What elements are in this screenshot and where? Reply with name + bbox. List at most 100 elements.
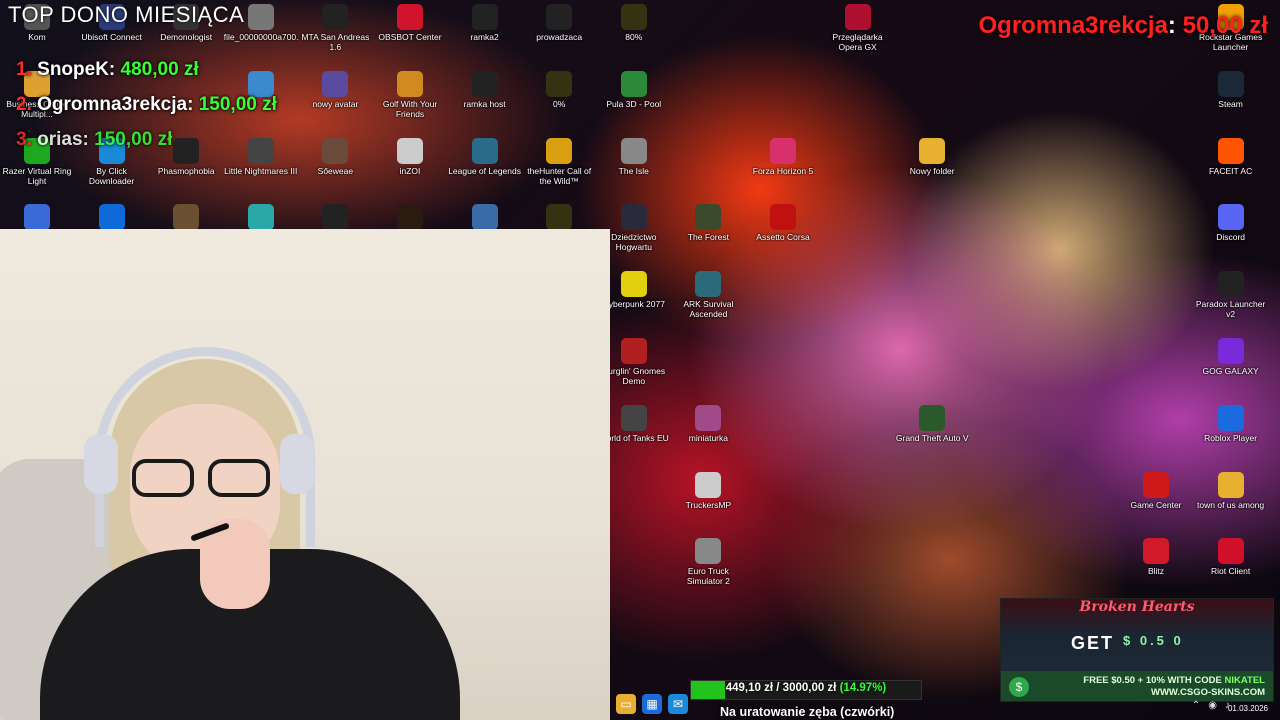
desktop-icon[interactable]: Przeglądarka Opera GX [821,4,895,52]
game-center-icon [1143,471,1169,498]
phasmo-icon [173,137,200,164]
steam-icon [1217,70,1244,97]
desktop-icon-label: Razer Virtual Ring Light [2,165,72,186]
desktop-icon[interactable]: Assetto Corsa [746,204,820,242]
opera-gx-icon [844,4,871,30]
lol-icon [471,137,498,164]
donor-1: 1. SnopeK: 480,00 zł [16,59,199,81]
desktop-icon[interactable]: Paradox Launcher v2 [1194,271,1268,319]
desktop-icon-label: Forza Horizon 5 [752,165,814,176]
desktop-icon[interactable]: theHunter Call of the Wild™ [522,137,596,186]
donor-name: orias: [37,129,89,150]
desktop-icon[interactable]: The Forest [671,204,745,242]
csgo-skins-ad[interactable]: Broken Hearts GET $ 0.5 0 $ FREE $0.50 +… [1000,598,1274,702]
headset-ear-left [84,434,118,494]
desktop-icon[interactable]: FACEIT AC [1194,137,1268,176]
last-donor-name: Ogromna3rekcja [978,12,1168,39]
desktop-icon[interactable]: Steam [1194,70,1268,109]
gta-icon [919,404,946,431]
taskbar-date: 01.03.2026 [1227,704,1268,713]
desktop-icon[interactable]: The Isle [597,137,671,176]
image-file-icon [546,4,573,30]
desktop-icon-label: OBSBOT Center [378,32,442,42]
desktop-icon-label: Golf With Your Friends [382,98,438,119]
mta-icon [322,4,349,30]
desktop-icon-label: Blitz [1147,566,1165,577]
desktop-icon-label: Phasmophobia [157,165,215,176]
desktop-icon[interactable]: inZOI [373,137,447,176]
desktop-icon[interactable]: MTA San Andreas 1.6 [298,4,372,52]
donation-goal-bar: 449,10 zł / 3000,00 zł (14.97%) [690,680,922,700]
donor-rank: 3. [16,129,32,150]
glasses [128,459,278,499]
ad-headline: Broken Hearts [1079,599,1195,615]
desktop-icon[interactable]: Euro Truck Simulator 2 [671,538,745,586]
last-donor-sep: : [1167,12,1176,39]
desktop-icon[interactable]: Blitz [1119,538,1193,576]
game-icon [173,204,200,231]
desktop-icon[interactable]: ramka2 [448,4,522,42]
file-explorer-icon[interactable]: ▭ [616,694,636,714]
paradox-icon [1217,271,1244,298]
desktop-icon[interactable]: nowy avatar [298,70,372,109]
desktop-icon-label: nowy avatar [312,98,359,109]
ets2-icon [695,538,722,565]
desktop-icon[interactable]: town of us among [1194,471,1268,510]
desktop-icon[interactable]: League of Legends [448,137,522,176]
desktop-icon-label: Paradox Launcher v2 [1195,299,1266,320]
chevron-up-icon[interactable]: ⌃ [1192,700,1200,711]
desktop-icon[interactable]: Roblox Player [1194,404,1268,443]
blitz-icon [1143,538,1169,565]
headset-ear-right [280,434,314,494]
desktop-icon-label: MTA San Andreas 1.6 [301,32,370,52]
desktop-icon-label: ARK Survival Ascended [683,299,734,320]
game-icon [247,137,274,164]
webcam-feed [0,229,610,720]
desktop-icon[interactable]: Game Center [1119,471,1193,510]
mail-icon[interactable]: ✉ [668,694,688,714]
desktop-icon[interactable]: prowadzaca [522,4,596,42]
store-icon[interactable]: ▦ [642,694,662,714]
desktop-icon[interactable]: Sőeweae [298,137,372,176]
desktop-icon[interactable]: Riot Client [1194,538,1268,576]
desktop-icon-label: town of us among [1197,499,1265,510]
desktop-icon[interactable]: miniaturka [671,404,745,443]
desktop-icon[interactable]: Grand Theft Auto V [895,404,969,443]
goal-percent: (14.97%) [839,682,887,694]
image-file-icon [620,4,647,30]
game-icon [322,137,349,164]
desktop-icon[interactable]: Golf With Your Friends [373,70,447,119]
app-icon [471,204,498,231]
network-icon[interactable]: ◉ [1208,700,1217,711]
desktop-icon[interactable]: ARK Survival Ascended [671,271,745,319]
desktop-icon[interactable]: OBSBOT Center [373,4,447,42]
desktop-icon[interactable]: Pula 3D - Pool [597,70,671,109]
desktop-icon[interactable]: TruckersMP [671,471,745,510]
desktop-icon[interactable]: Nowy folder [895,137,969,176]
discord-icon [1217,204,1244,231]
hunter-icon [546,137,573,164]
tanks-icon [620,404,647,431]
goal-text: 449,10 zł / 3000,00 zł (14.97%) [691,682,921,694]
last-donor-amount: 50,00 zł [1182,12,1268,39]
riot-icon [1217,538,1244,565]
folder-icon [919,137,946,164]
desktop-icon[interactable]: Forza Horizon 5 [746,137,820,176]
desktop-icon-label: FACEIT AC [1208,165,1253,176]
desktop-icon[interactable]: Little Nightmares III [224,137,298,176]
desktop-icon[interactable]: Discord [1194,204,1268,242]
ad-code: NIKATEL [1224,675,1265,686]
donor-rank: 1. [16,59,32,80]
desktop-icon[interactable]: GOG GALAXY [1194,338,1268,376]
image-file-icon [471,4,498,30]
isle-icon [620,137,647,164]
desktop-icon[interactable]: 0% [522,70,596,109]
taskbar-pinned: ▭ ▦ ✉ [616,694,688,714]
desktop-icon-label: theHunter Call of the Wild™ [527,165,592,186]
desktop-icon[interactable]: ramka host [448,70,522,109]
desktop-icon-label: Ubisoft Connect [81,32,142,42]
donor-rank: 2. [16,94,32,115]
desktop-icon[interactable]: 80% [597,4,671,42]
donor-name: Ogromna3rekcja: [37,94,194,115]
golf-icon [397,70,423,97]
